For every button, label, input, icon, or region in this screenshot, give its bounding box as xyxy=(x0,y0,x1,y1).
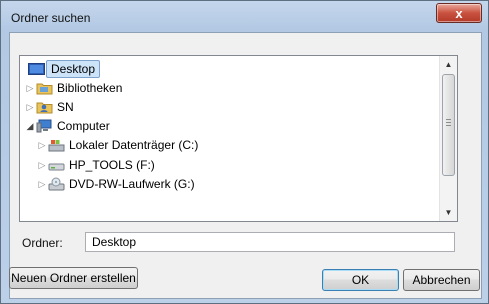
expand-arrow-icon[interactable]: ▷ xyxy=(37,135,47,155)
dvd-drive-icon xyxy=(48,177,65,191)
new-folder-button[interactable]: Neuen Ordner erstellen xyxy=(9,267,138,289)
scroll-down-arrow-icon[interactable]: ▼ xyxy=(440,204,457,221)
libraries-icon xyxy=(36,81,53,95)
folder-field-label: Ordner: xyxy=(22,236,63,250)
vertical-scrollbar[interactable]: ▲ ▼ xyxy=(439,56,457,221)
folder-tree-items: Desktop ▷ Bibliotheken ▷ SN ◢ Computer ▷… xyxy=(20,56,440,221)
drive-icon xyxy=(48,158,65,172)
folder-tree[interactable]: Desktop ▷ Bibliotheken ▷ SN ◢ Computer ▷… xyxy=(19,55,458,222)
user-folder-icon xyxy=(36,100,53,114)
title-bar[interactable]: Ordner suchen x xyxy=(1,1,488,35)
expand-arrow-icon[interactable]: ▷ xyxy=(25,78,35,98)
tree-item-label: HP_TOOLS (F:) xyxy=(69,158,155,172)
close-icon: x xyxy=(455,5,463,21)
tree-item-label: Computer xyxy=(57,119,110,133)
folder-input[interactable] xyxy=(85,232,455,252)
collapse-arrow-icon[interactable]: ◢ xyxy=(25,116,35,136)
expand-arrow-icon[interactable]: ▷ xyxy=(37,155,47,175)
close-button[interactable]: x xyxy=(436,3,482,23)
scrollbar-thumb[interactable] xyxy=(442,74,455,176)
ok-button[interactable]: OK xyxy=(322,269,399,291)
tree-item-label: SN xyxy=(57,100,74,114)
scrollbar-grip-icon xyxy=(446,119,451,127)
expand-arrow-icon[interactable]: ▷ xyxy=(25,97,35,117)
cancel-button[interactable]: Abbrechen xyxy=(403,269,480,291)
computer-icon xyxy=(36,119,52,133)
tree-item-label: Lokaler Datenträger (C:) xyxy=(69,138,199,152)
scroll-up-arrow-icon[interactable]: ▲ xyxy=(440,56,457,73)
tree-item-label: Desktop xyxy=(46,60,101,78)
tree-item-label: DVD-RW-Laufwerk (G:) xyxy=(69,177,195,191)
local-disk-icon xyxy=(48,138,65,152)
tree-item-label: Bibliotheken xyxy=(57,81,123,95)
expand-arrow-icon[interactable]: ▷ xyxy=(37,174,47,194)
window-title: Ordner suchen xyxy=(11,11,91,25)
desktop-icon xyxy=(28,62,45,76)
